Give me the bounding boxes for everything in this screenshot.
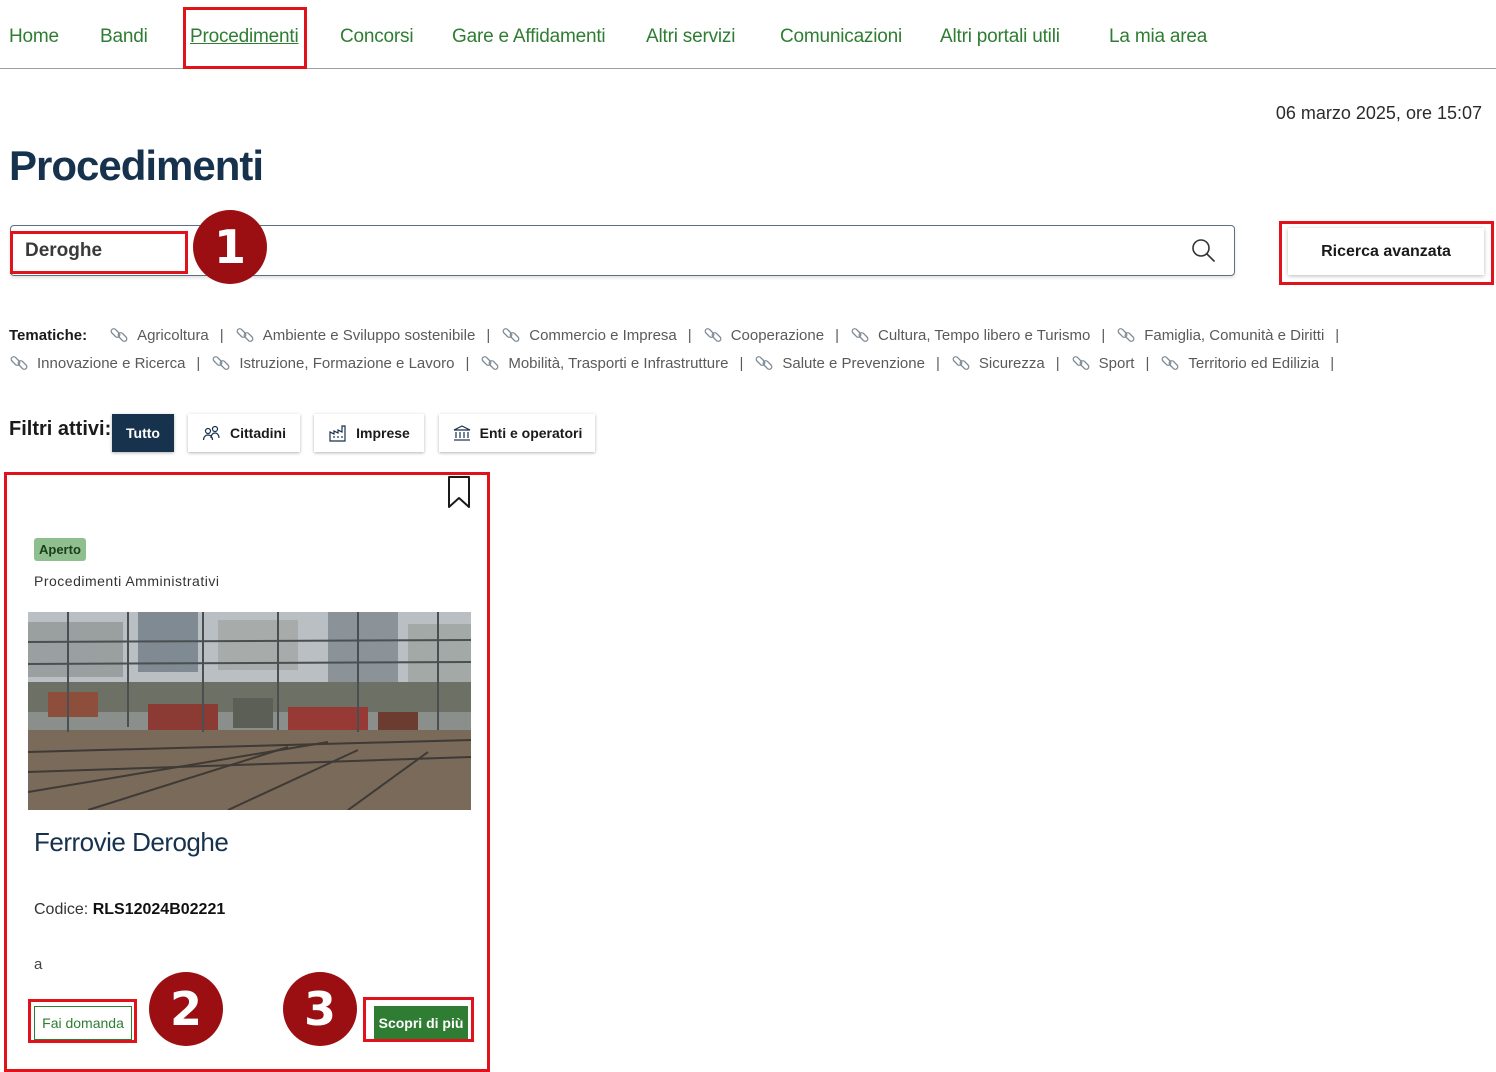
link-icon: [704, 328, 722, 342]
tema-cultura[interactable]: Cultura, Tempo libero e Turismo: [850, 325, 1090, 345]
tema-label: Agricoltura: [137, 326, 209, 344]
procedure-card: Aperto Procedimenti Amministrativi Ferro…: [5, 472, 489, 1072]
filter-label: Tutto: [126, 425, 160, 441]
tema-label: Sport: [1098, 354, 1135, 372]
tema-label: Territorio ed Edilizia: [1188, 354, 1320, 372]
bookmark-icon[interactable]: [445, 475, 473, 509]
tema-famiglia[interactable]: Famiglia, Comunità e Diritti: [1116, 325, 1324, 345]
separator: |: [1145, 354, 1150, 372]
tema-commercio[interactable]: Commercio e Impresa: [501, 325, 677, 345]
nav-bandi[interactable]: Bandi: [100, 26, 148, 48]
tema-label: Commercio e Impresa: [529, 326, 677, 344]
card-code: Codice: RLS12024B02221: [34, 901, 225, 919]
filters-label: Filtri attivi:: [9, 418, 112, 440]
discover-more-button[interactable]: Scopri di più: [374, 1006, 468, 1040]
tema-mobilita[interactable]: Mobilità, Trasporti e Infrastrutture: [480, 353, 728, 373]
tema-territorio[interactable]: Territorio ed Edilizia: [1160, 353, 1319, 373]
separator: |: [739, 354, 744, 372]
separator: |: [486, 326, 491, 344]
filter-enti-operatori[interactable]: Enti e operatori: [439, 414, 595, 452]
tema-label: Mobilità, Trasporti e Infrastrutture: [508, 354, 729, 372]
separator: |: [1101, 326, 1106, 344]
nav-altri-servizi[interactable]: Altri servizi: [646, 26, 735, 48]
tema-istruzione[interactable]: Istruzione, Formazione e Lavoro: [211, 353, 454, 373]
link-icon: [236, 328, 254, 342]
step-marker-3: 3: [283, 972, 357, 1046]
filter-label: Imprese: [356, 425, 410, 441]
nav-comunicazioni[interactable]: Comunicazioni: [780, 26, 902, 48]
filter-imprese[interactable]: Imprese: [314, 414, 424, 452]
link-icon: [851, 328, 869, 342]
tema-label: Ambiente e Sviluppo sostenibile: [262, 326, 476, 344]
card-description: a: [34, 956, 43, 973]
separator: |: [219, 326, 224, 344]
link-icon: [212, 356, 230, 370]
link-icon: [10, 356, 28, 370]
nav-home[interactable]: Home: [9, 26, 59, 48]
current-datetime: 06 marzo 2025, ore 15:07: [1275, 103, 1482, 123]
tema-label: Famiglia, Comunità e Diritti: [1144, 326, 1325, 344]
separator: |: [935, 354, 940, 372]
tema-innovazione[interactable]: Innovazione e Ricerca: [9, 353, 185, 373]
separator: |: [465, 354, 470, 372]
tema-cooperazione[interactable]: Cooperazione: [703, 325, 824, 345]
step-marker-1: 1: [193, 210, 267, 284]
tema-agricoltura[interactable]: Agricoltura: [109, 325, 209, 345]
code-label: Codice:: [34, 901, 89, 918]
tema-label: Salute e Prevenzione: [782, 354, 925, 372]
separator: |: [835, 326, 839, 344]
filter-tutto[interactable]: Tutto: [112, 414, 174, 452]
filter-label: Cittadini: [230, 425, 286, 441]
filter-label: Enti e operatori: [479, 425, 583, 441]
separator: |: [687, 326, 692, 344]
people-icon: [202, 425, 220, 441]
tema-sport[interactable]: Sport: [1071, 353, 1135, 373]
tema-salute[interactable]: Salute e Prevenzione: [754, 353, 925, 373]
nav-altri-portali[interactable]: Altri portali utili: [940, 26, 1060, 48]
main-nav: Home Bandi Procedimenti Concorsi Gare e …: [0, 0, 1496, 69]
status-badge: Aperto: [34, 538, 86, 561]
tematiche-row-2: Innovazione e Ricerca | Istruzione, Form…: [9, 353, 1345, 373]
nav-mia-area[interactable]: La mia area: [1109, 26, 1207, 48]
filter-cittadini[interactable]: Cittadini: [188, 414, 300, 452]
card-category: Procedimenti Amministrativi: [34, 573, 220, 589]
tema-label: Innovazione e Ricerca: [37, 354, 186, 372]
link-icon: [502, 328, 520, 342]
tema-ambiente[interactable]: Ambiente e Sviluppo sostenibile: [235, 325, 476, 345]
railway-photo: [28, 612, 471, 810]
apply-button[interactable]: Fai domanda: [34, 1006, 132, 1040]
nav-procedimenti[interactable]: Procedimenti: [190, 26, 299, 48]
advanced-search-button[interactable]: Ricerca avanzata: [1288, 228, 1484, 275]
link-icon: [1117, 328, 1135, 342]
separator: |: [1330, 354, 1335, 372]
search-icon[interactable]: [1190, 237, 1216, 263]
tema-label: Sicurezza: [978, 354, 1045, 372]
code-value: RLS12024B02221: [92, 901, 226, 918]
link-icon: [755, 356, 773, 370]
search-value: Deroghe: [25, 240, 103, 261]
factory-icon: [329, 425, 346, 442]
tematiche-row-1: Tematiche: Agricoltura | Ambiente e Svil…: [9, 325, 1350, 345]
nav-concorsi[interactable]: Concorsi: [340, 26, 414, 48]
link-icon: [1072, 356, 1090, 370]
tema-label: Cooperazione: [730, 326, 825, 344]
link-icon: [1161, 356, 1179, 370]
link-icon: [952, 356, 970, 370]
page-title: Procedimenti: [9, 142, 264, 189]
tema-sicurezza[interactable]: Sicurezza: [951, 353, 1045, 373]
link-icon: [110, 328, 128, 342]
separator: |: [1055, 354, 1060, 372]
tema-label: Cultura, Tempo libero e Turismo: [878, 326, 1091, 344]
nav-gare-affidamenti[interactable]: Gare e Affidamenti: [452, 26, 606, 48]
step-marker-2: 2: [149, 972, 223, 1046]
link-icon: [481, 356, 499, 370]
tema-label: Istruzione, Formazione e Lavoro: [239, 354, 455, 372]
separator: |: [196, 354, 201, 372]
separator: |: [1335, 326, 1340, 344]
institution-icon: [453, 425, 470, 441]
tematiche-label: Tematiche:: [9, 326, 88, 344]
card-title[interactable]: Ferrovie Deroghe: [34, 827, 229, 858]
